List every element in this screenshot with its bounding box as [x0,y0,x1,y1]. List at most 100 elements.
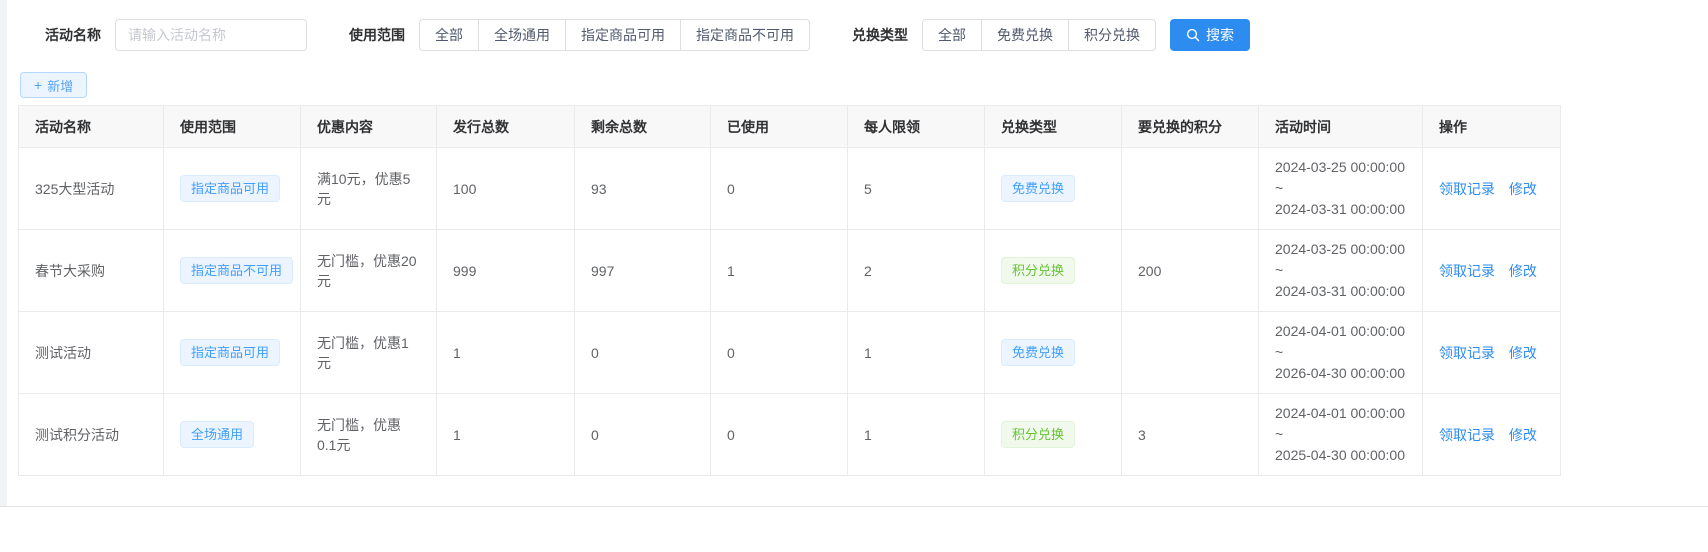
cell-points-required [1122,148,1259,230]
header-usage-scope: 使用范围 [164,106,301,148]
cell-used: 0 [711,394,848,476]
cell-activity-time: 2024-04-01 00:00:00 ~ 2026-04-30 00:00:0… [1259,312,1423,394]
search-button[interactable]: 搜索 [1170,19,1250,51]
header-used: 已使用 [711,106,848,148]
cell-activity-name: 325大型活动 [19,148,164,230]
scope-option-all[interactable]: 全部 [419,19,479,51]
table-row: 春节大采购 指定商品不可用 无门槛，优惠20元 999 997 1 2 积分兑换… [19,230,1561,312]
activity-name-input[interactable] [115,19,307,51]
add-button-label: 新增 [47,76,73,95]
exchange-option-all[interactable]: 全部 [922,19,982,51]
claim-records-link[interactable]: 领取记录 [1439,263,1495,279]
header-activity-name: 活动名称 [19,106,164,148]
claim-records-link[interactable]: 领取记录 [1439,427,1495,443]
exchange-type-tag: 积分兑换 [1001,421,1075,448]
edit-link[interactable]: 修改 [1509,263,1537,279]
activity-name-label: 活动名称 [45,25,101,45]
claim-records-link[interactable]: 领取记录 [1439,345,1495,361]
exchange-option-free[interactable]: 免费兑换 [981,19,1069,51]
time-start: 2024-03-25 00:00:00 [1275,157,1406,178]
cell-per-person-limit: 1 [848,394,985,476]
scope-option-universal[interactable]: 全场通用 [478,19,566,51]
scope-option-specified-usable[interactable]: 指定商品可用 [565,19,681,51]
exchange-type-button-group: 全部 免费兑换 积分兑换 [922,19,1156,51]
cell-total-remaining: 0 [575,394,711,476]
table-row: 325大型活动 指定商品可用 满10元，优惠5元 100 93 0 5 免费兑换… [19,148,1561,230]
cell-operations: 领取记录 修改 [1423,394,1561,476]
claim-records-link[interactable]: 领取记录 [1439,181,1495,197]
exchange-option-points[interactable]: 积分兑换 [1068,19,1156,51]
header-total-issued: 发行总数 [437,106,575,148]
time-separator: ~ [1275,424,1406,445]
search-button-label: 搜索 [1206,25,1234,45]
header-per-person-limit: 每人限领 [848,106,985,148]
cell-per-person-limit: 1 [848,312,985,394]
exchange-type-tag: 免费兑换 [1001,339,1075,366]
exchange-type-label: 兑换类型 [852,25,908,45]
coupon-activity-page: 活动名称 使用范围 全部 全场通用 指定商品可用 指定商品不可用 兑换类型 全部… [0,0,1708,552]
time-end: 2026-04-30 00:00:00 [1275,363,1406,384]
time-separator: ~ [1275,260,1406,281]
cell-used: 1 [711,230,848,312]
usage-scope-button-group: 全部 全场通用 指定商品可用 指定商品不可用 [419,19,810,51]
header-discount-content: 优惠内容 [301,106,437,148]
time-start: 2024-03-25 00:00:00 [1275,239,1406,260]
filter-bar: 活动名称 使用范围 全部 全场通用 指定商品可用 指定商品不可用 兑换类型 全部… [0,0,1708,51]
cell-points-required [1122,312,1259,394]
cell-operations: 领取记录 修改 [1423,230,1561,312]
usage-scope-label: 使用范围 [349,25,405,45]
header-total-remaining: 剩余总数 [575,106,711,148]
scope-option-specified-unusable[interactable]: 指定商品不可用 [680,19,810,51]
time-end: 2025-04-30 00:00:00 [1275,445,1406,466]
scope-tag: 指定商品可用 [180,175,280,202]
cell-used: 0 [711,148,848,230]
cell-total-remaining: 0 [575,312,711,394]
edit-link[interactable]: 修改 [1509,345,1537,361]
plus-icon: + [34,78,42,92]
exchange-type-tag: 积分兑换 [1001,257,1075,284]
scope-tag: 指定商品不可用 [180,257,293,284]
header-exchange-type: 兑换类型 [985,106,1122,148]
cell-points-required: 200 [1122,230,1259,312]
cell-activity-name: 春节大采购 [19,230,164,312]
edit-link[interactable]: 修改 [1509,427,1537,443]
cell-total-remaining: 93 [575,148,711,230]
cell-total-issued: 999 [437,230,575,312]
cell-activity-time: 2024-03-25 00:00:00 ~ 2024-03-31 00:00:0… [1259,148,1423,230]
cell-discount-content: 无门槛，优惠1元 [301,312,437,394]
cell-per-person-limit: 5 [848,148,985,230]
header-operations: 操作 [1423,106,1561,148]
cell-activity-time: 2024-04-01 00:00:00 ~ 2025-04-30 00:00:0… [1259,394,1423,476]
cell-per-person-limit: 2 [848,230,985,312]
cell-discount-content: 无门槛，优惠0.1元 [301,394,437,476]
cell-points-required: 3 [1122,394,1259,476]
cell-total-remaining: 997 [575,230,711,312]
cell-discount-content: 无门槛，优惠20元 [301,230,437,312]
table-header-row: 活动名称 使用范围 优惠内容 发行总数 剩余总数 已使用 每人限领 兑换类型 要… [19,106,1561,148]
scope-tag: 指定商品可用 [180,339,280,366]
time-separator: ~ [1275,342,1406,363]
cell-discount-content: 满10元，优惠5元 [301,148,437,230]
add-button[interactable]: + 新增 [20,72,87,98]
table-row: 测试活动 指定商品可用 无门槛，优惠1元 1 0 0 1 免费兑换 2024-0… [19,312,1561,394]
cell-total-issued: 1 [437,312,575,394]
activity-table: 活动名称 使用范围 优惠内容 发行总数 剩余总数 已使用 每人限领 兑换类型 要… [18,105,1561,476]
table-row: 测试积分活动 全场通用 无门槛，优惠0.1元 1 0 0 1 积分兑换 3 20… [19,394,1561,476]
edit-link[interactable]: 修改 [1509,181,1537,197]
search-icon [1186,28,1200,42]
time-end: 2024-03-31 00:00:00 [1275,281,1406,302]
header-activity-time: 活动时间 [1259,106,1423,148]
page-bottom-divider [0,506,1708,507]
time-start: 2024-04-01 00:00:00 [1275,403,1406,424]
time-end: 2024-03-31 00:00:00 [1275,199,1406,220]
header-points-required: 要兑换的积分 [1122,106,1259,148]
cell-operations: 领取记录 修改 [1423,148,1561,230]
cell-total-issued: 1 [437,394,575,476]
cell-activity-time: 2024-03-25 00:00:00 ~ 2024-03-31 00:00:0… [1259,230,1423,312]
cell-activity-name: 测试积分活动 [19,394,164,476]
cell-total-issued: 100 [437,148,575,230]
cell-used: 0 [711,312,848,394]
time-separator: ~ [1275,178,1406,199]
cell-activity-name: 测试活动 [19,312,164,394]
exchange-type-tag: 免费兑换 [1001,175,1075,202]
